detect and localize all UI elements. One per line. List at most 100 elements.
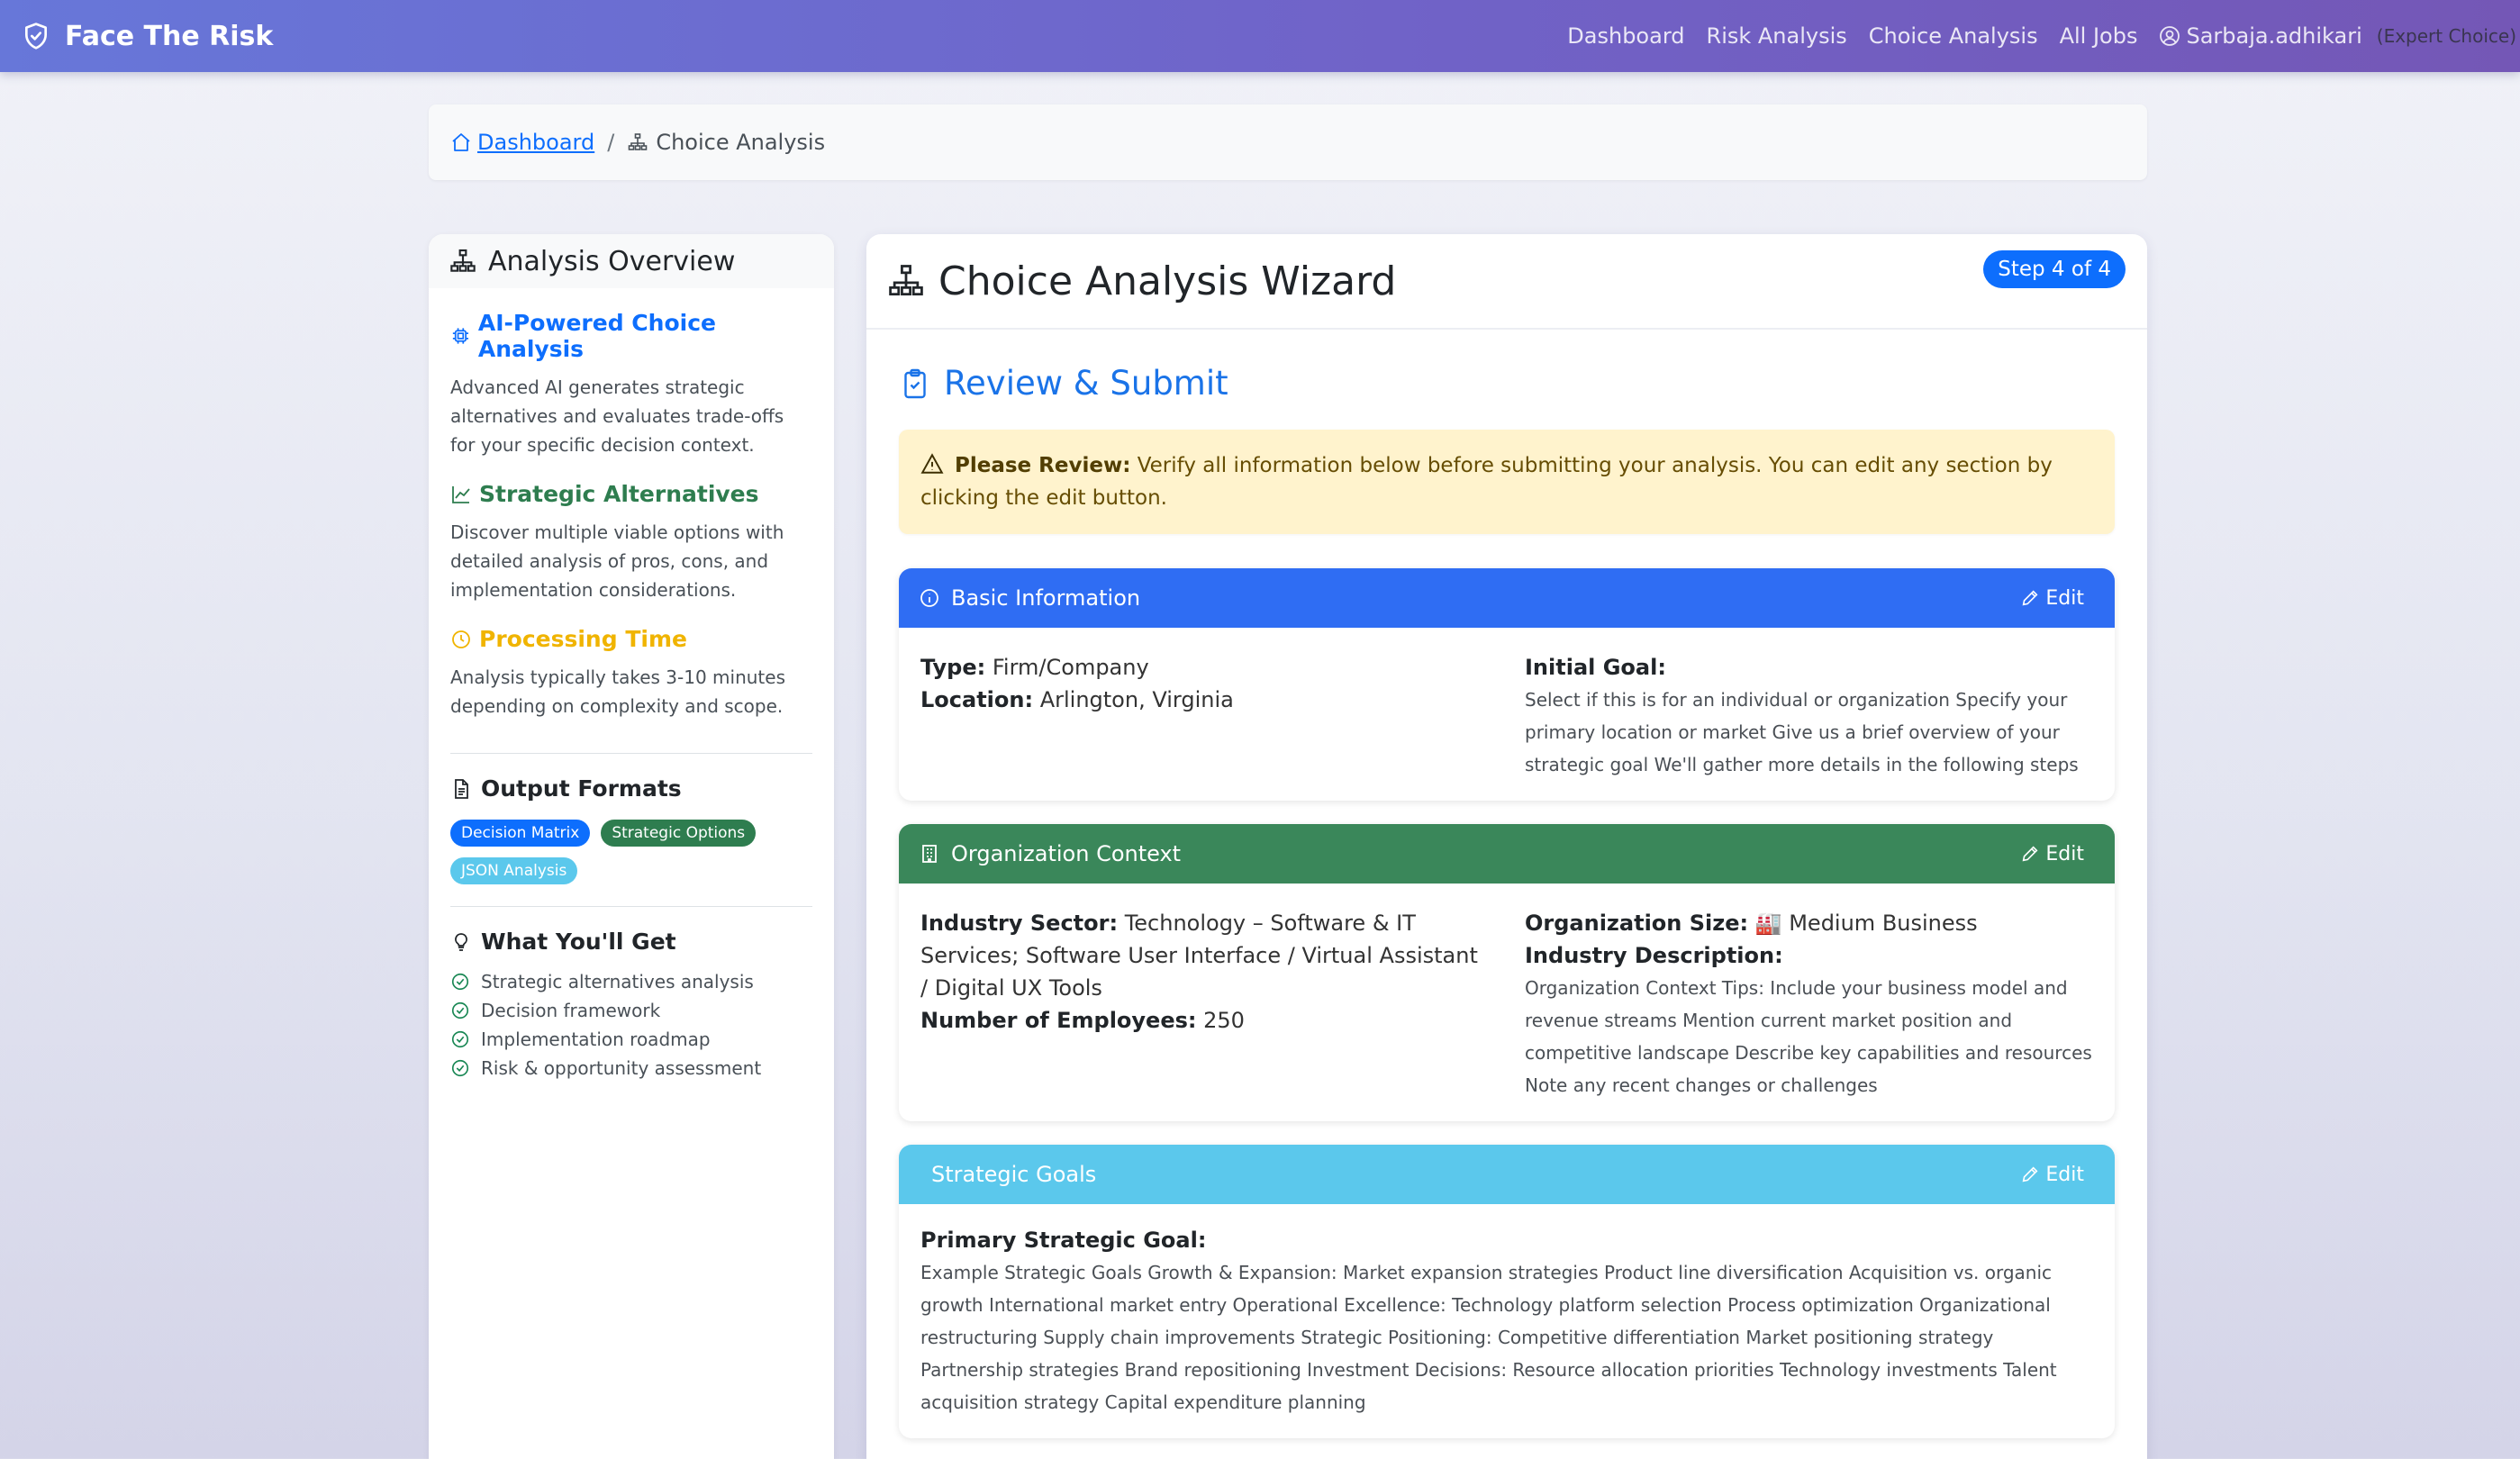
diagram-icon [889, 265, 923, 296]
organization-size-label: Organization Size: [1525, 911, 1749, 936]
review-submit-heading: Review & Submit [899, 364, 2115, 403]
sidebar-title: Analysis Overview [488, 245, 736, 277]
type-field: Type: Firm/Company [920, 651, 1489, 684]
output-format-badges: Decision Matrix Strategic Options JSON A… [450, 820, 775, 884]
diagram-icon [450, 249, 476, 272]
section-title: Strategic Goals [931, 1162, 1097, 1187]
list-item: Risk & opportunity assessment [450, 1054, 812, 1083]
lightbulb-icon [455, 932, 467, 951]
badge-decision-matrix: Decision Matrix [450, 820, 591, 847]
feature-ai-powered: AI-Powered Choice Analysis Advanced AI g… [450, 310, 812, 459]
pencil-icon [2023, 846, 2038, 862]
section-title: Organization Context [951, 841, 1182, 866]
review-alert: Please Review: Verify all information be… [899, 430, 2115, 534]
nav-risk-analysis-link[interactable]: Risk Analysis [1707, 23, 1847, 49]
breadcrumb-dashboard-link[interactable]: Dashboard [450, 130, 594, 155]
primary-goal-value: Example Strategic Goals Growth & Expansi… [920, 1262, 2057, 1413]
user-circle-icon [2160, 26, 2180, 46]
breadcrumb-separator: / [607, 130, 615, 155]
industry-description-label-field: Industry Description: [1525, 939, 2093, 972]
edit-strategic-goals-button[interactable]: Edit [2020, 1145, 2084, 1204]
edit-label: Edit [2045, 1163, 2084, 1186]
employees-field: Number of Employees: 250 [920, 1004, 1489, 1037]
user-menu[interactable]: Sarbaja.adhikari [2159, 23, 2362, 49]
employees-value: 250 [1196, 1008, 1245, 1033]
strategic-goals-header: Strategic Goals Edit [899, 1145, 2115, 1204]
check-circle-icon [451, 1001, 469, 1019]
username: Sarbaja.adhikari [2186, 23, 2362, 49]
divider [450, 906, 812, 907]
graph-up-icon [452, 485, 470, 503]
list-item: Implementation roadmap [450, 1025, 812, 1054]
initial-goal-label: Initial Goal: [1525, 655, 1666, 680]
sidebar-header: Analysis Overview [429, 234, 834, 288]
clock-icon [452, 630, 470, 648]
location-field: Location: Arlington, Virginia [920, 684, 1489, 716]
info-circle-icon [920, 589, 938, 607]
breadcrumb: Dashboard / Choice Analysis [429, 104, 2147, 180]
nav-links: Dashboard Risk Analysis Choice Analysis … [1546, 0, 2516, 72]
clipboard-check-icon [904, 368, 926, 398]
badge-strategic-options: Strategic Options [601, 820, 757, 847]
check-circle-icon [451, 973, 469, 991]
pencil-icon [2023, 1166, 2038, 1183]
review-submit-label: Review & Submit [944, 364, 1228, 403]
edit-label: Edit [2045, 586, 2084, 610]
brand-link[interactable]: Face The Risk [22, 0, 273, 72]
edit-label: Edit [2045, 842, 2084, 865]
cpu-icon [452, 328, 468, 344]
nav-dashboard-link[interactable]: Dashboard [1567, 23, 1684, 49]
alert-strong: Please Review: [955, 454, 1131, 477]
primary-goal-label-field: Primary Strategic Goal: [920, 1224, 2093, 1256]
strategic-goals-card: Strategic Goals Edit Primary Strategic G… [899, 1145, 2115, 1438]
list-item: Decision framework [450, 996, 812, 1025]
wizard-title: Choice Analysis Wizard [938, 258, 1397, 304]
location-value: Arlington, Virginia [1033, 687, 1234, 712]
feature-title: Processing Time [479, 626, 687, 652]
shield-check-icon [25, 23, 47, 50]
breadcrumb-dashboard-label: Dashboard [477, 130, 595, 155]
industry-description-label: Industry Description: [1525, 943, 1783, 968]
breadcrumb-current: Choice Analysis [627, 130, 825, 155]
feature-title: Strategic Alternatives [479, 481, 759, 507]
wizard-header: Choice Analysis Wizard Step 4 of 4 [866, 234, 2147, 330]
feature-text: Advanced AI generates strategic alternat… [450, 376, 784, 456]
location-label: Location: [920, 687, 1034, 712]
choice-analysis-wizard: Choice Analysis Wizard Step 4 of 4 Revie… [866, 234, 2147, 1459]
industry-sector-field: Industry Sector: Technology – Software &… [920, 907, 1489, 1004]
diagram-icon [629, 133, 648, 150]
file-text-icon [455, 778, 468, 799]
nav-all-jobs-link[interactable]: All Jobs [2060, 23, 2138, 49]
divider [450, 753, 812, 754]
badge-json-analysis: JSON Analysis [450, 857, 578, 884]
pencil-icon [2023, 590, 2038, 606]
nav-choice-analysis-link[interactable]: Choice Analysis [1869, 23, 2038, 49]
employees-label: Number of Employees: [920, 1008, 1197, 1033]
feature-text: Analysis typically takes 3-10 minutes de… [450, 666, 786, 717]
edit-basic-information-button[interactable]: Edit [2020, 568, 2084, 628]
basic-information-card: Basic Information Edit Type: Firm/Compan… [899, 568, 2115, 801]
initial-goal-label-field: Initial Goal: [1525, 651, 2093, 684]
breadcrumb-current-label: Choice Analysis [656, 130, 826, 155]
organization-size-value: 🏭 Medium Business [1748, 911, 1978, 936]
house-icon [452, 133, 470, 151]
what-you-get-list: Strategic alternatives analysis Decision… [450, 967, 812, 1083]
check-circle-icon [451, 1059, 469, 1077]
list-item-label: Decision framework [481, 1000, 661, 1021]
feature-title: AI-Powered Choice Analysis [477, 310, 716, 362]
feature-processing-time: Processing Time Analysis typically takes… [450, 626, 812, 720]
what-you-get-label: What You'll Get [481, 929, 676, 955]
edit-organization-context-button[interactable]: Edit [2020, 824, 2084, 884]
check-circle-icon [451, 1030, 469, 1048]
list-item: Strategic alternatives analysis [450, 967, 812, 996]
output-formats-label: Output Formats [481, 775, 682, 802]
type-value: Firm/Company [985, 655, 1149, 680]
output-formats-title: Output Formats [450, 775, 812, 802]
analysis-overview-sidebar: Analysis Overview AI-Powered Choice Anal… [429, 234, 834, 1459]
organization-context-header: Organization Context Edit [899, 824, 2115, 884]
step-badge: Step 4 of 4 [1983, 250, 2126, 288]
list-item-label: Strategic alternatives analysis [481, 971, 754, 992]
feature-strategic-alternatives: Strategic Alternatives Discover multiple… [450, 481, 812, 604]
organization-context-card: Organization Context Edit Industry Secto… [899, 824, 2115, 1121]
industry-description-value: Organization Context Tips: Include your … [1525, 977, 2092, 1096]
